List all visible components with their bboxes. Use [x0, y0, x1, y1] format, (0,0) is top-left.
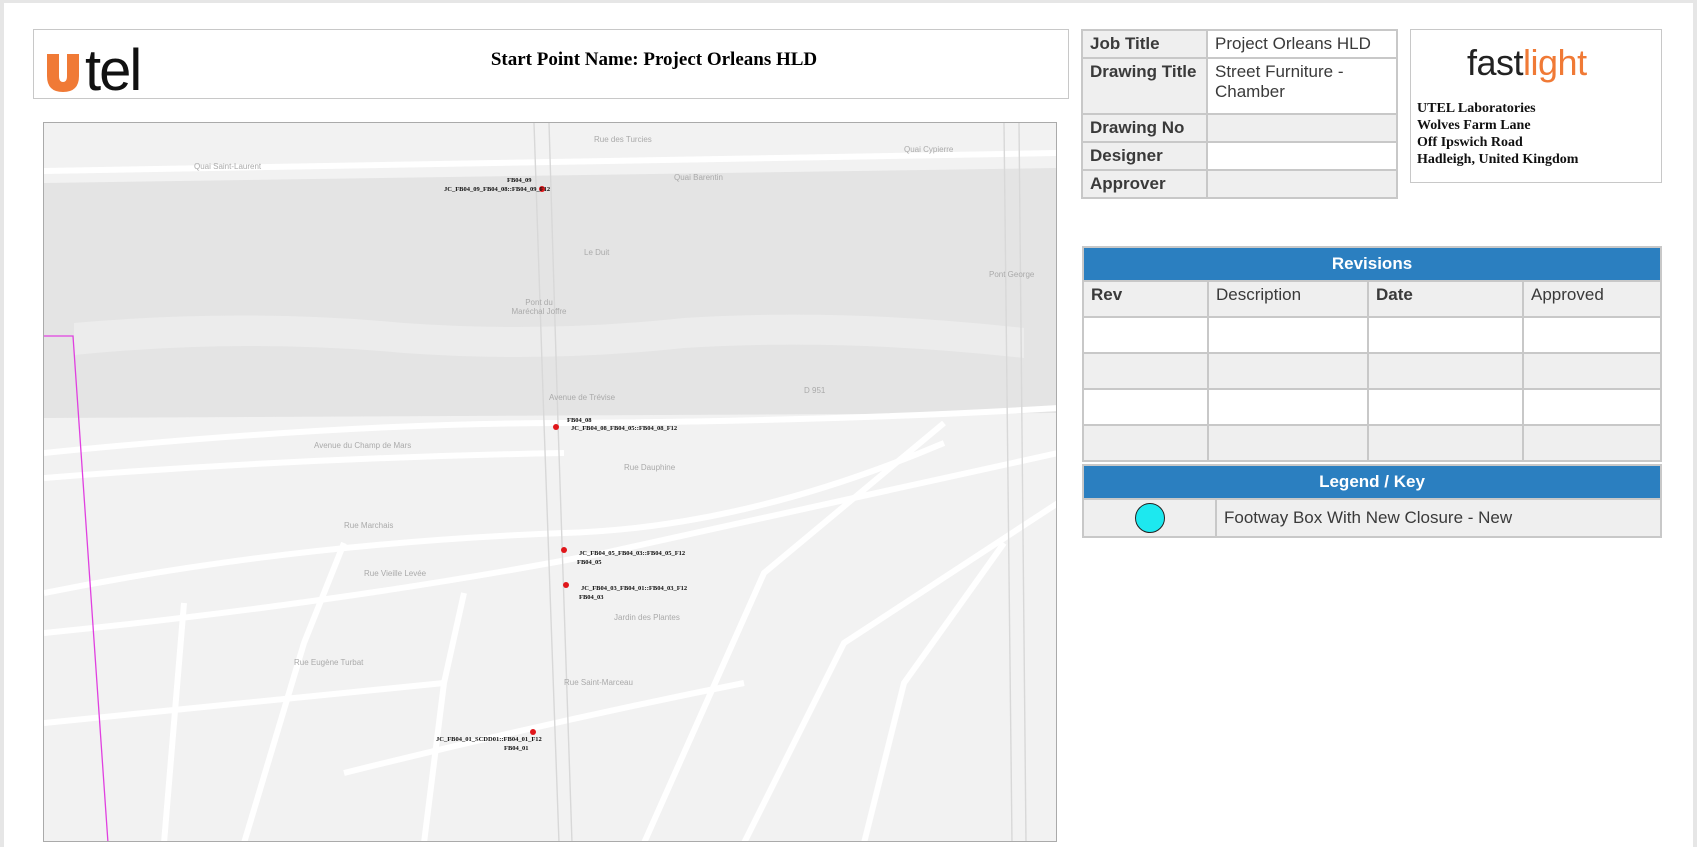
utel-logo: tel: [47, 38, 142, 96]
fastlight-logo: fastlight: [1467, 42, 1587, 84]
point-id-label: FB04_05: [577, 559, 602, 566]
table-row: Job Title Project Orleans HLD: [1083, 31, 1396, 57]
street-label: Rue Saint-Marceau: [564, 678, 633, 687]
street-label: Rue Eugène Turbat: [294, 658, 364, 667]
address-line: Hadleigh, United Kingdom: [1417, 152, 1579, 167]
approved-column-header: Approved: [1524, 282, 1660, 316]
legend-row: Footway Box With New Closure - New: [1084, 500, 1660, 536]
logo-dark-text: fast: [1467, 42, 1524, 83]
street-label: D 951: [804, 386, 826, 395]
street-label: Avenue du Champ de Mars: [314, 441, 412, 450]
rev-column-header: Rev: [1084, 282, 1207, 316]
point-label: JC_FB04_09_FB04_08::FB04_09_F12: [444, 186, 551, 193]
street-label: Quai Barentin: [674, 173, 723, 182]
drawing-sheet: tel Start Point Name: Project Orleans HL…: [4, 3, 1693, 847]
table-row: Drawing No: [1083, 115, 1396, 141]
table-row: Drawing Title Street Furniture - Chamber: [1083, 59, 1396, 113]
job-title-value: Project Orleans HLD: [1208, 31, 1396, 57]
chamber-point[interactable]: [530, 729, 536, 735]
sheet-header: tel Start Point Name: Project Orleans HL…: [33, 29, 1069, 99]
legend-symbol-cell: [1084, 500, 1215, 536]
point-id-label: FB04_03: [579, 594, 604, 601]
street-label: Jardin des Plantes: [614, 613, 680, 622]
address-line: Off Ipswich Road: [1417, 135, 1523, 150]
approver-key: Approver: [1083, 171, 1206, 197]
point-id-label: FB04_09: [507, 177, 532, 184]
table-header-row: Rev Description Date Approved: [1084, 282, 1660, 316]
point-label: JC_FB04_01_SCDD01::FB04_01_F12: [436, 736, 542, 743]
start-point-value: Project Orleans HLD: [643, 49, 818, 70]
company-address: UTEL Laboratories Wolves Farm Lane Off I…: [1417, 100, 1578, 168]
legend-label: Footway Box With New Closure - New: [1217, 500, 1660, 536]
logo-light-text: light: [1523, 42, 1587, 83]
point-label: JC_FB04_03_FB04_01::FB04_03_F12: [581, 585, 688, 592]
table-row: Approver: [1083, 171, 1396, 197]
chamber-point[interactable]: [563, 582, 569, 588]
revisions-table: Revisions Rev Description Date Approved: [1082, 246, 1662, 462]
svg-text:tel: tel: [85, 38, 140, 96]
street-label: Rue des Turcies: [594, 135, 652, 144]
street-label: Avenue de Trévise: [549, 393, 616, 402]
approver-value: [1208, 171, 1396, 197]
chamber-point[interactable]: [553, 424, 559, 430]
table-row: [1084, 390, 1660, 424]
title-block-table: Job Title Project Orleans HLD Drawing Tit…: [1081, 29, 1398, 199]
address-line: UTEL Laboratories: [1417, 101, 1536, 116]
description-column-header: Description: [1209, 282, 1367, 316]
street-label: Pont du Maréchal Joffre: [511, 298, 567, 316]
point-label: JC_FB04_08_FB04_05::FB04_08_F12: [571, 425, 678, 432]
point-id-label: FB04_01: [504, 745, 529, 752]
revisions-title: Revisions: [1084, 248, 1660, 280]
street-label: Rue Vieille Levée: [364, 569, 427, 578]
table-row: [1084, 426, 1660, 460]
start-point-label: Start Point Name:: [490, 49, 644, 70]
address-line: Wolves Farm Lane: [1417, 118, 1531, 133]
drawing-no-key: Drawing No: [1083, 115, 1206, 141]
table-row: [1084, 318, 1660, 352]
table-row: Designer: [1083, 143, 1396, 169]
chamber-point[interactable]: [561, 547, 567, 553]
drawing-title-value: Street Furniture - Chamber: [1208, 59, 1396, 113]
legend-table: Legend / Key Footway Box With New Closur…: [1082, 464, 1662, 538]
date-column-header: Date: [1369, 282, 1522, 316]
street-label: Rue Dauphine: [624, 463, 676, 472]
footway-box-symbol-icon: [1134, 503, 1165, 533]
drawing-title-key: Drawing Title: [1083, 59, 1206, 113]
designer-key: Designer: [1083, 143, 1206, 169]
table-row: [1084, 354, 1660, 388]
designer-value: [1208, 143, 1396, 169]
point-label: JC_FB04_05_FB04_03::FB04_05_F12: [579, 550, 686, 557]
map-view[interactable]: Quai Saint-Laurent Rue des Turcies Quai …: [43, 122, 1057, 842]
street-label: Le Duit: [584, 248, 610, 257]
legend-title: Legend / Key: [1084, 466, 1660, 498]
drawing-no-value: [1208, 115, 1396, 141]
street-label: Quai Cypierre: [904, 145, 954, 154]
street-label: Quai Saint-Laurent: [194, 162, 262, 171]
company-block: fastlight UTEL Laboratories Wolves Farm …: [1410, 29, 1662, 183]
street-label: Pont George: [989, 270, 1035, 279]
street-label: Rue Marchais: [344, 521, 394, 530]
job-title-key: Job Title: [1083, 31, 1206, 57]
map-canvas: [44, 123, 1056, 841]
point-id-label: FB04_08: [567, 417, 592, 424]
start-point-title: Start Point Name: Project Orleans HLD: [404, 49, 904, 71]
